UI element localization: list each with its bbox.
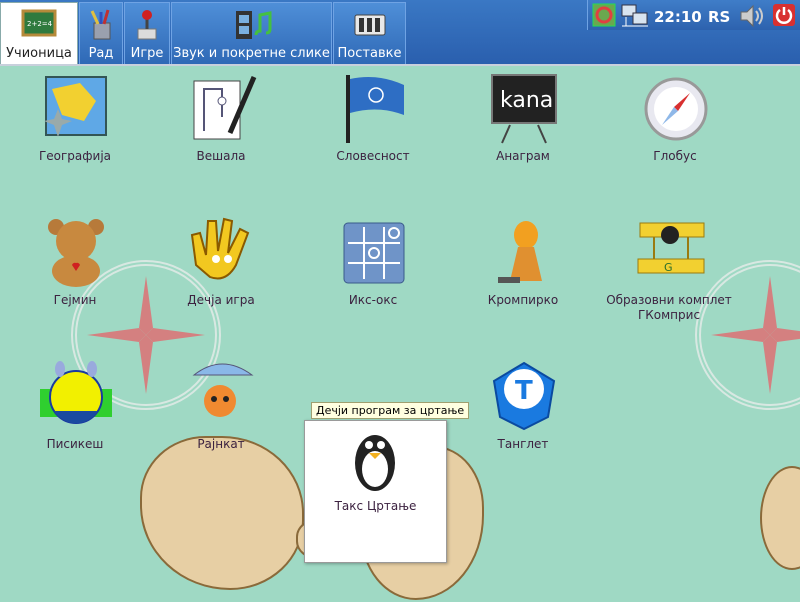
airplane-penguin-icon: G xyxy=(637,222,705,274)
island-decoration xyxy=(760,466,800,570)
app-label: Анаграм xyxy=(496,149,550,163)
tab-label: Поставке xyxy=(337,46,402,61)
language-indicator[interactable]: RS xyxy=(708,8,730,26)
app-label: Географија xyxy=(38,149,112,163)
app-label: Рајнкат xyxy=(197,437,245,451)
tanglet-dice-icon: T xyxy=(492,361,556,431)
teddy-bear-icon xyxy=(48,219,104,287)
app-label: Вешала xyxy=(196,149,246,163)
svg-text:G: G xyxy=(664,261,673,274)
pencil-cup-icon xyxy=(90,9,111,40)
tab-label: Игре xyxy=(130,46,164,61)
app-potato-guy[interactable]: Кромпирко xyxy=(448,210,598,320)
app-label: Образовни комплет ГКомприс xyxy=(606,293,732,322)
rain-cat-icon xyxy=(192,363,254,417)
blackboard-text: kana xyxy=(500,88,553,113)
tab-games[interactable]: Игре xyxy=(124,2,170,64)
tab-sound-video[interactable]: Звук и покретне слике xyxy=(171,2,332,64)
app-gamin[interactable]: Гејмин xyxy=(0,210,150,320)
app-anagram[interactable]: kana Анаграм xyxy=(448,66,598,166)
map-icon xyxy=(44,76,107,137)
volume-icon[interactable] xyxy=(739,4,765,28)
tooltip: Дечји програм за цртање xyxy=(311,402,470,419)
app-label: Такс Цртање xyxy=(334,499,417,513)
desktop-area: Географија Вешала Словесност kana Анагра… xyxy=(0,64,800,602)
joystick-icon xyxy=(137,10,157,40)
app-globe[interactable]: Глобус xyxy=(600,66,750,166)
app-label: Глобус xyxy=(653,149,697,163)
blackboard-icon: kana xyxy=(491,74,557,144)
app-pysycache[interactable]: Писикеш xyxy=(0,354,150,464)
tab-label: Звук и покретне слике xyxy=(173,46,330,61)
potato-icon xyxy=(498,221,542,283)
app-label: Дечја игра xyxy=(187,293,255,307)
app-geography[interactable]: Географија xyxy=(0,66,150,166)
power-icon[interactable] xyxy=(772,3,796,27)
hangman-icon xyxy=(193,76,257,140)
app-literacy[interactable]: Словесност xyxy=(298,66,448,166)
app-label: Словесност xyxy=(336,149,410,163)
tab-label: Рад xyxy=(88,46,114,61)
svg-text:2+2=4: 2+2=4 xyxy=(27,20,53,28)
tab-settings[interactable]: Поставке xyxy=(333,2,406,64)
compass-icon xyxy=(644,77,708,141)
app-hangman[interactable]: Вешала xyxy=(146,66,296,166)
pisikesh-icon xyxy=(40,361,112,424)
film-music-icon xyxy=(235,11,271,39)
app-kids-game[interactable]: Дечја игра xyxy=(146,210,296,320)
network-icon[interactable] xyxy=(620,4,650,28)
app-raincat[interactable]: Рајнкат xyxy=(146,354,296,464)
clock: 22:10 xyxy=(654,8,702,26)
dice-letter: T xyxy=(515,376,533,406)
app-tic-tac-toe[interactable]: Икс-окс xyxy=(298,210,448,320)
chalkboard-icon: 2+2=4 xyxy=(21,9,57,37)
app-gcompris[interactable]: G Образовни комплет ГКомприс xyxy=(594,210,744,322)
tab-label: Учионица xyxy=(6,46,72,61)
app-label: Танглет xyxy=(497,437,549,451)
app-tanglet[interactable]: T Танглет xyxy=(448,354,598,464)
hand-icon xyxy=(190,217,250,280)
app-label: Писикеш xyxy=(46,437,104,451)
flag-icon xyxy=(346,75,404,143)
settings-panel-icon xyxy=(354,14,385,36)
app-tux-paint-card[interactable]: Такс Цртање xyxy=(304,420,447,563)
top-bar: 2+2=4 Учионица Рад Игре Звук и покретне … xyxy=(0,0,800,64)
app-label: Гејмин xyxy=(53,293,97,307)
tab-work[interactable]: Рад xyxy=(79,2,123,64)
tic-tac-toe-icon xyxy=(343,222,405,284)
app-label: Икс-окс xyxy=(348,293,398,307)
app-label: Кромпирко xyxy=(487,293,559,307)
safety-ring-icon[interactable] xyxy=(592,3,616,27)
tux-paint-icon xyxy=(355,435,395,491)
tab-classroom[interactable]: 2+2=4 Учионица xyxy=(0,2,78,64)
